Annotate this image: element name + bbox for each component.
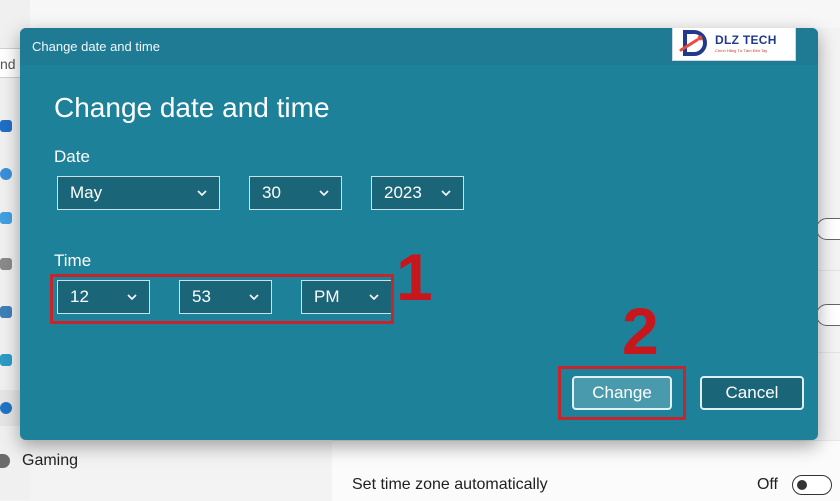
day-value: 30 [262, 183, 281, 202]
annotation-step-2: 2 [622, 294, 659, 368]
setting-toggle[interactable] [816, 304, 840, 326]
year-select[interactable]: 2023 [371, 176, 464, 210]
dlz-logo-icon [679, 30, 707, 56]
sidebar-personalization-icon[interactable] [0, 258, 12, 270]
setting-row-timezone-auto: Set time zone automatically Off [352, 474, 832, 496]
settings-topbar [0, 0, 840, 28]
dialog-heading: Change date and time [54, 92, 330, 123]
month-value: May [70, 183, 103, 202]
chevron-down-icon [197, 190, 207, 197]
cancel-button[interactable]: Cancel [700, 376, 804, 410]
sidebar-item-label: Gaming [22, 452, 79, 469]
year-value: 2023 [384, 183, 422, 202]
setting-toggle[interactable] [816, 218, 840, 240]
timezone-auto-toggle[interactable] [792, 475, 832, 495]
setting-label: Set time zone automatically [352, 476, 548, 493]
annotation-box-change [558, 366, 686, 420]
time-label: Time [54, 251, 92, 270]
gaming-icon [0, 454, 10, 468]
sidebar-network-icon[interactable] [0, 212, 12, 224]
annotation-step-1: 1 [396, 240, 433, 314]
day-select[interactable]: 30 [249, 176, 342, 210]
date-label: Date [54, 147, 90, 166]
change-date-time-dialog: Change date and time DLZ TECH Chính Hãng… [20, 28, 818, 440]
sidebar-accounts-icon[interactable] [0, 354, 12, 366]
toggle-state-label: Off [756, 476, 778, 493]
globe-icon [0, 402, 12, 414]
sidebar-system-icon[interactable] [0, 120, 12, 132]
sidebar-item-gaming[interactable]: Gaming [0, 446, 330, 476]
chevron-down-icon [441, 190, 451, 197]
sidebar-apps-icon[interactable] [0, 306, 12, 318]
month-select[interactable]: May [57, 176, 220, 210]
dialog-title: Change date and time [32, 39, 160, 54]
logo-tagline: Chính Hãng Từ Tâm Đến Tay [715, 48, 768, 53]
dlz-tech-logo: DLZ TECH Chính Hãng Từ Tâm Đến Tay [672, 28, 796, 61]
chevron-down-icon [319, 190, 329, 197]
sidebar-bluetooth-icon[interactable] [0, 168, 12, 180]
logo-name: DLZ TECH [715, 33, 777, 47]
annotation-box-time [50, 274, 394, 324]
